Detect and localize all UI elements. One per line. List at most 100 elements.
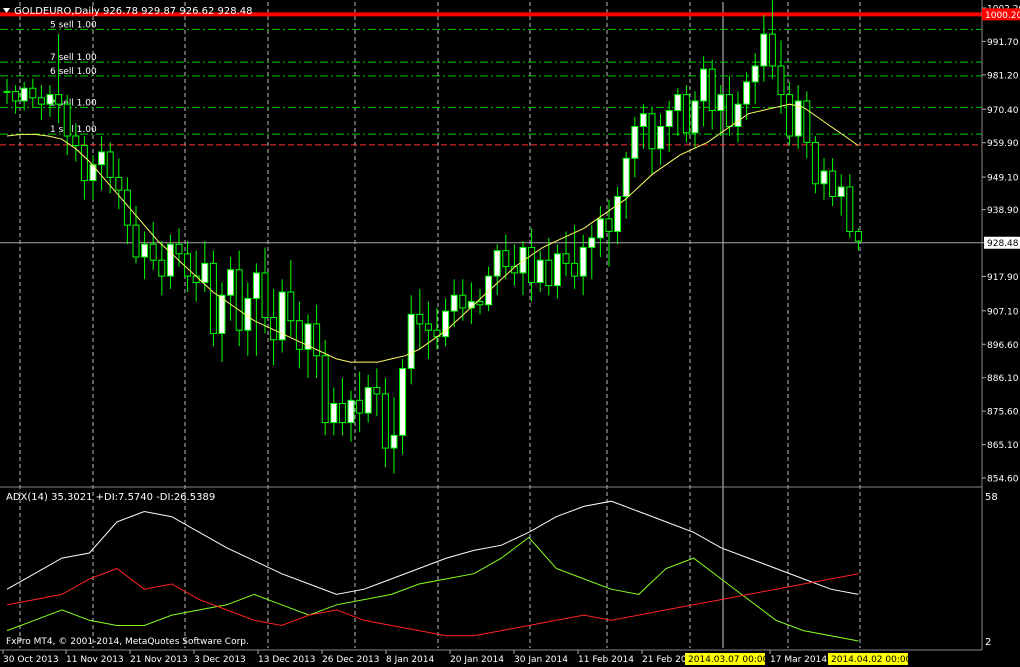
candle-body bbox=[691, 100, 699, 134]
candle-body bbox=[321, 355, 329, 424]
candle-body bbox=[622, 157, 630, 198]
price-chart[interactable]: 5 sell 1.007 sell 1.006 sell 1.002 sell … bbox=[0, 0, 1020, 667]
candle-body bbox=[287, 291, 295, 322]
candle-body bbox=[424, 323, 432, 331]
candle-body bbox=[786, 94, 794, 137]
time-tick-label: 26 Dec 2013 bbox=[322, 655, 380, 665]
candle-body bbox=[657, 125, 665, 150]
candle-body bbox=[528, 246, 536, 283]
candle-body bbox=[476, 301, 484, 306]
price-tick-label: 917.90 bbox=[987, 273, 1019, 283]
candle-body bbox=[579, 246, 587, 277]
candle-body bbox=[338, 402, 346, 424]
indicator-label: ADX(14) 35.3021 +DI:7.5740 -DI:26.5389 bbox=[6, 492, 215, 503]
candle-body bbox=[837, 186, 845, 198]
candle-body bbox=[390, 434, 398, 449]
candle-body bbox=[373, 387, 381, 395]
candle-body bbox=[493, 250, 501, 277]
candle-body bbox=[98, 151, 106, 166]
candle-body bbox=[854, 231, 862, 242]
copyright-text: FxPro MT4, © 2001-2014, MetaQuotes Softw… bbox=[6, 637, 249, 647]
candle-body bbox=[141, 243, 149, 258]
candle-body bbox=[29, 87, 37, 99]
price-tick-label: 959.90 bbox=[987, 139, 1019, 149]
candle-body bbox=[252, 272, 260, 299]
red-price-label: 1000.20 bbox=[985, 11, 1020, 21]
candle-body bbox=[631, 125, 639, 159]
candle-body bbox=[166, 243, 174, 277]
candle-body bbox=[562, 253, 570, 264]
candle-body bbox=[63, 103, 71, 137]
candle-body bbox=[639, 113, 647, 127]
candle-body bbox=[665, 110, 673, 127]
time-tick-label: 11 Feb 2014 bbox=[578, 655, 634, 665]
candle-body bbox=[682, 94, 690, 134]
time-tick-label: 30 Oct 2013 bbox=[3, 655, 59, 665]
candle-body bbox=[347, 399, 355, 424]
price-tick-label: 970.40 bbox=[987, 106, 1019, 116]
candle-body bbox=[261, 272, 269, 319]
price-tick-label: 928.48 bbox=[987, 239, 1019, 249]
candle-body bbox=[459, 294, 467, 309]
candle-body bbox=[72, 135, 80, 147]
candle-body bbox=[545, 259, 553, 287]
candle-body bbox=[106, 151, 114, 178]
price-tick-label: 854.60 bbox=[987, 475, 1019, 485]
candle-body bbox=[37, 97, 45, 105]
candle-body bbox=[743, 81, 751, 105]
time-tick-label: 21 Feb 20 bbox=[642, 655, 687, 665]
chart-header-label: GOLDEURO,Daily 926.78 929.87 926.62 928.… bbox=[14, 6, 253, 17]
candle-body bbox=[399, 367, 407, 436]
sell-level-label: 5 sell 1.00 bbox=[50, 20, 97, 30]
indicator-max-label: 58 bbox=[985, 492, 998, 503]
candle-body bbox=[614, 196, 622, 233]
candle-body bbox=[829, 170, 837, 198]
candle-body bbox=[55, 94, 63, 105]
candle-body bbox=[364, 387, 372, 414]
candle-body bbox=[89, 164, 97, 182]
candle-body bbox=[725, 94, 733, 127]
candle-body bbox=[751, 65, 759, 83]
candle-body bbox=[571, 262, 579, 277]
price-axis: 1002.20991.70981.20970.40959.90949.10938… bbox=[982, 5, 1020, 485]
candle-body bbox=[80, 145, 88, 182]
time-tick-label: 20 Jan 2014 bbox=[450, 655, 504, 665]
time-tick-label: 21 Nov 2013 bbox=[130, 655, 188, 665]
candle-body bbox=[381, 393, 389, 449]
candle-body bbox=[175, 243, 183, 255]
candle-body bbox=[820, 170, 828, 185]
plus-di-line bbox=[6, 536, 859, 642]
candle-body bbox=[46, 94, 54, 105]
time-tick-label: 3 Dec 2013 bbox=[194, 655, 246, 665]
price-tick-label: 896.60 bbox=[987, 341, 1019, 351]
candle-body bbox=[235, 269, 243, 331]
indicator-min-label: 2 bbox=[985, 637, 991, 648]
candle-body bbox=[407, 313, 415, 369]
price-tick-label: 886.10 bbox=[987, 374, 1019, 384]
time-axis: 30 Oct 2013 11 Nov 2013 21 Nov 2013 3 Dec 2… bbox=[2, 650, 912, 665]
price-tick-label: 949.10 bbox=[987, 174, 1019, 184]
candle-body bbox=[553, 253, 561, 287]
candle-body bbox=[184, 253, 192, 277]
candle-body bbox=[768, 33, 776, 67]
candle-body bbox=[717, 94, 725, 112]
candle-body bbox=[811, 141, 819, 185]
sell-level-label: 6 sell 1.00 bbox=[50, 67, 97, 77]
price-tick-label: 991.70 bbox=[987, 38, 1019, 48]
price-tick-label: 938.90 bbox=[987, 206, 1019, 216]
candle-body bbox=[149, 243, 157, 261]
candle-body bbox=[115, 176, 123, 191]
candle-body bbox=[760, 33, 768, 67]
price-tick-label: 875.60 bbox=[987, 408, 1019, 418]
candle-body bbox=[708, 68, 716, 112]
candle-body bbox=[3, 90, 11, 93]
candle-body bbox=[158, 259, 166, 277]
candle-body bbox=[502, 250, 510, 268]
time-tick-label: 13 Dec 2013 bbox=[258, 655, 316, 665]
candle-body bbox=[674, 94, 682, 112]
candle-body bbox=[803, 100, 811, 143]
time-highlight-label: 2014.03.07 00:00 bbox=[688, 655, 769, 665]
time-highlight-label: 2014.04.02 00:00 bbox=[831, 655, 912, 665]
price-tick-label: 907.10 bbox=[987, 307, 1019, 317]
candle-body bbox=[218, 294, 226, 334]
